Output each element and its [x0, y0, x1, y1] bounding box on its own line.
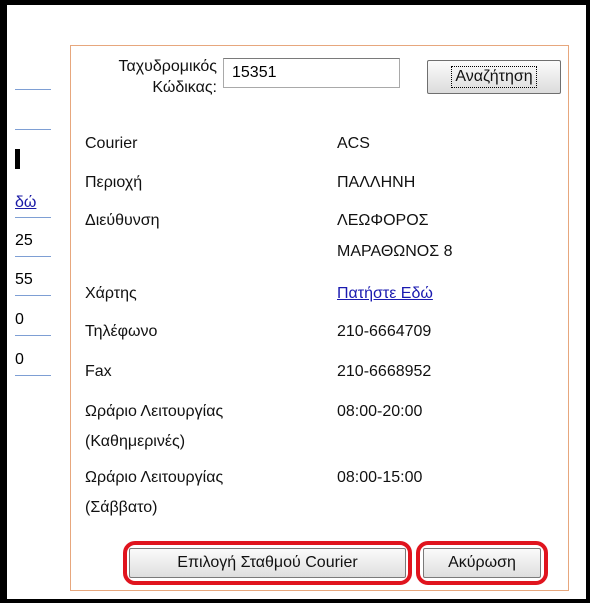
hours-weekday-value: 08:00-20:00 [337, 403, 423, 420]
map-label: Χάρτης [85, 285, 137, 302]
bg-divider [15, 256, 51, 257]
bg-divider [15, 335, 51, 336]
address-line-1: ΛΕΩΦΟΡΟΣ [337, 212, 429, 229]
bg-fragment-bar [15, 149, 20, 169]
fax-label: Fax [85, 363, 112, 380]
bg-divider [15, 129, 51, 130]
address-line-2: ΜΑΡΑΘΩΝΟΣ 8 [337, 243, 453, 260]
search-button-label: Αναζήτηση [451, 66, 537, 88]
bg-value-fragment: 55 [15, 271, 33, 288]
hours-saturday-label: Ωράριο Λειτουργίας (Σάββατο) [85, 469, 224, 516]
hours-weekday-label: Ωράριο Λειτουργίας (Καθημερινές) [85, 403, 224, 450]
fax-value: 210-6668952 [337, 363, 432, 380]
bg-divider [15, 295, 51, 296]
zip-code-input[interactable] [223, 58, 400, 88]
map-link[interactable]: Πατήστε Εδώ [337, 282, 433, 306]
zip-code-label: Ταχυδρομικός Κώδικας: [118, 58, 217, 96]
select-courier-station-button[interactable]: Επιλογή Σταθμού Courier [129, 548, 406, 578]
courier-value: ACS [337, 135, 370, 152]
address-label: Διεύθυνση [85, 212, 160, 229]
area-value: ΠΑΛΛΗΝΗ [337, 174, 416, 191]
area-label: Περιοχή [85, 174, 143, 191]
bg-value-fragment: 25 [15, 232, 33, 249]
search-button[interactable]: Αναζήτηση [427, 60, 561, 94]
bg-divider [15, 375, 51, 376]
hours-saturday-value: 08:00-15:00 [337, 469, 423, 486]
bg-divider [15, 217, 51, 218]
courier-station-dialog: Ταχυδρομικός Κώδικας: Αναζήτηση Courier … [70, 45, 569, 591]
bg-divider [15, 89, 51, 90]
phone-label: Τηλέφωνο [85, 323, 158, 340]
courier-label: Courier [85, 135, 138, 152]
screenshot-frame: δώ 25 55 0 0 Ταχυδρομικός Κώδικας: Αναζή… [0, 0, 590, 603]
bg-link-fragment[interactable]: δώ [15, 194, 36, 212]
cancel-button[interactable]: Ακύρωση [423, 548, 541, 578]
bg-value-fragment: 0 [15, 351, 24, 368]
phone-value: 210-6664709 [337, 323, 432, 340]
bg-value-fragment: 0 [15, 311, 24, 328]
